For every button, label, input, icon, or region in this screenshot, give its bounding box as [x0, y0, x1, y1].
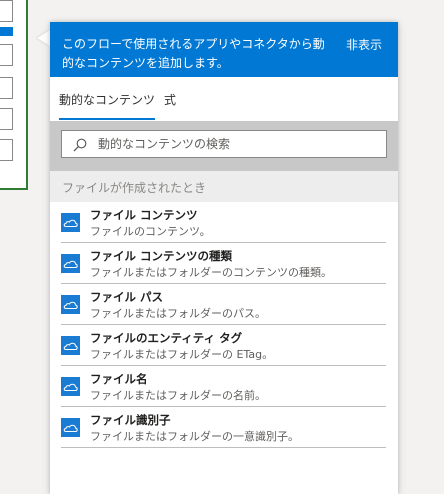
- flow-action-card-edge: [0, 0, 28, 190]
- search-input[interactable]: [96, 131, 376, 157]
- item-description: ファイルまたはフォルダーのパス。: [90, 307, 266, 320]
- action-field[interactable]: [0, 77, 13, 99]
- item-description: ファイルまたはフォルダーのコンテンツの種類。: [90, 266, 332, 279]
- flyout-tabs: 動的なコンテンツ 式: [50, 77, 398, 121]
- flyout-header: このフローで使用されるアプリやコネクタから動的なコンテンツを追加します。 非表示: [50, 22, 398, 77]
- item-title: ファイルのエンティティ タグ: [90, 331, 243, 345]
- list-item[interactable]: ファイル パス ファイルまたはフォルダーのパス。: [61, 284, 386, 325]
- item-title: ファイル コンテンツの種類: [90, 249, 233, 263]
- item-title: ファイル パス: [90, 290, 164, 304]
- list-item[interactable]: ファイルのエンティティ タグ ファイルまたはフォルダーの ETag。: [61, 325, 386, 366]
- search-box: [61, 130, 387, 158]
- tab-expression[interactable]: 式: [164, 91, 176, 118]
- onedrive-cloud-icon: [61, 295, 80, 314]
- item-description: ファイルまたはフォルダーの ETag。: [90, 348, 274, 361]
- dynamic-content-flyout: このフローで使用されるアプリやコネクタから動的なコンテンツを追加します。 非表示…: [50, 22, 398, 494]
- search-area: [50, 121, 398, 171]
- action-field[interactable]: [0, 0, 13, 22]
- section-header: ファイルが作成されたとき: [50, 171, 398, 202]
- item-title: ファイル識別子: [90, 413, 171, 427]
- onedrive-cloud-icon: [61, 254, 80, 273]
- dynamic-content-token[interactable]: [0, 27, 13, 36]
- onedrive-cloud-icon: [61, 213, 80, 232]
- onedrive-cloud-icon: [61, 418, 80, 437]
- action-field[interactable]: [0, 44, 13, 66]
- list-item[interactable]: ファイル コンテンツ ファイルのコンテンツ。: [61, 202, 386, 243]
- item-description: ファイルまたはフォルダーの一意識別子。: [90, 430, 299, 443]
- action-field[interactable]: [0, 108, 13, 130]
- dynamic-content-list: ファイル コンテンツ ファイルのコンテンツ。 ファイル コンテンツの種類 ファイ…: [50, 202, 398, 448]
- search-icon: [73, 137, 87, 156]
- hide-button[interactable]: 非表示: [346, 36, 382, 53]
- tab-dynamic-content[interactable]: 動的なコンテンツ: [59, 91, 156, 120]
- list-item[interactable]: ファイル コンテンツの種類 ファイルまたはフォルダーのコンテンツの種類。: [61, 243, 386, 284]
- action-field[interactable]: [0, 139, 13, 161]
- onedrive-cloud-icon: [61, 336, 80, 355]
- item-description: ファイルまたはフォルダーの名前。: [90, 389, 266, 402]
- flyout-pointer: [37, 30, 50, 46]
- onedrive-cloud-icon: [61, 377, 80, 396]
- flyout-description: このフローで使用されるアプリやコネクタから動的なコンテンツを追加します。: [62, 37, 325, 70]
- item-title: ファイル コンテンツ: [90, 208, 198, 222]
- item-description: ファイルのコンテンツ。: [90, 225, 211, 238]
- list-item[interactable]: ファイル名 ファイルまたはフォルダーの名前。: [61, 366, 386, 407]
- list-item[interactable]: ファイル識別子 ファイルまたはフォルダーの一意識別子。: [61, 407, 386, 448]
- item-title: ファイル名: [90, 372, 148, 386]
